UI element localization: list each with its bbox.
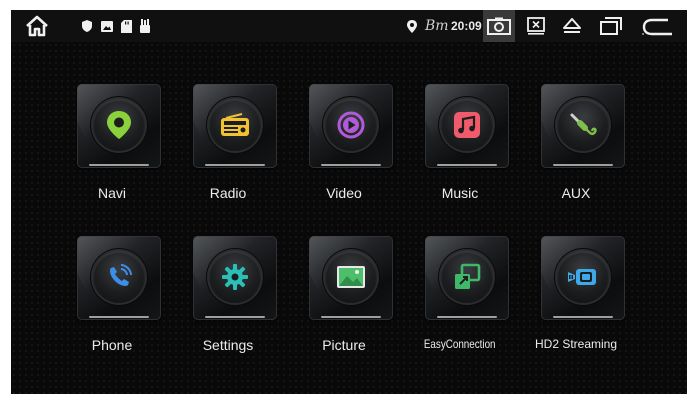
location-icon (405, 10, 419, 42)
app-label: Video (326, 185, 362, 201)
easy-connection-icon (441, 251, 493, 303)
app-label: Radio (209, 185, 247, 201)
image-icon (100, 10, 114, 42)
app-tile[interactable] (541, 236, 625, 320)
app-launcher-grid: Navi Radio Video Music AUX Phone Setting… (11, 42, 687, 394)
app-label: Navi (97, 185, 126, 201)
usb-icon (138, 10, 152, 42)
music-note-icon (441, 99, 493, 151)
app-tile[interactable] (309, 84, 393, 168)
app-tile[interactable] (193, 236, 277, 320)
app-label: Picture (322, 337, 366, 353)
app-label-text: EasyConnection (424, 337, 496, 351)
status-bar: Bт 20:09 (11, 10, 687, 42)
app-video[interactable]: Video (286, 84, 402, 214)
app-tile[interactable] (77, 236, 161, 320)
app-navi[interactable]: Navi (54, 84, 170, 214)
shield-icon (80, 10, 94, 42)
app-music[interactable]: Music (402, 84, 518, 214)
app-radio[interactable]: Radio (170, 84, 286, 214)
aux-cable-icon (557, 99, 609, 151)
head-unit-screen: Bт 20:09 Navi Radio Video Music AUX Phon… (11, 10, 687, 394)
close-window-icon[interactable] (525, 10, 547, 42)
app-tile[interactable] (309, 236, 393, 320)
bluetooth-status-text: Bт (425, 18, 449, 34)
radio-icon (209, 99, 261, 151)
app-picture[interactable]: Picture (286, 236, 402, 366)
picture-icon (325, 251, 377, 303)
phone-icon (93, 251, 145, 303)
app-tile[interactable] (425, 236, 509, 320)
app-tile[interactable] (541, 84, 625, 168)
app-label: Music (441, 185, 479, 201)
app-tile[interactable] (193, 84, 277, 168)
clock-time: 20:09 (451, 19, 482, 33)
app-settings[interactable]: Settings (170, 236, 286, 366)
screenshot-icon[interactable] (483, 10, 515, 42)
app-label: EasyConnection (395, 337, 525, 351)
app-label: AUX (561, 185, 591, 201)
app-phone[interactable]: Phone (54, 236, 170, 366)
recent-apps-icon[interactable] (599, 10, 623, 42)
navigation-pin-icon (93, 99, 145, 151)
camera-streaming-icon (557, 251, 609, 303)
home-icon[interactable] (23, 10, 51, 42)
app-label: Settings (202, 337, 254, 353)
app-easyconnection[interactable]: EasyConnection (402, 236, 518, 366)
back-icon[interactable] (641, 10, 675, 42)
app-aux[interactable]: AUX (518, 84, 634, 214)
app-hd2-streaming[interactable]: HD2 Streaming (518, 236, 634, 366)
app-label: Phone (91, 337, 133, 353)
app-label: HD2 Streaming (534, 337, 618, 351)
gear-icon (209, 251, 261, 303)
app-tile[interactable] (77, 84, 161, 168)
video-play-icon (325, 99, 377, 151)
sd-card-icon (119, 10, 133, 42)
app-tile[interactable] (425, 84, 509, 168)
eject-icon[interactable] (561, 10, 583, 42)
